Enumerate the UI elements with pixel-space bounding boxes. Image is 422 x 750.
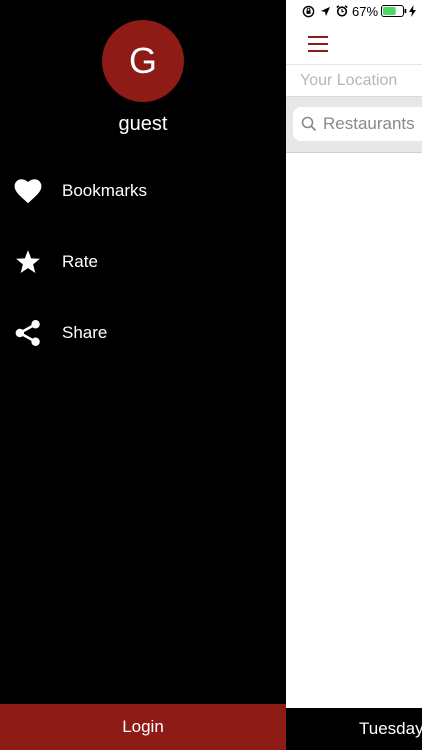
- battery-percent: 67%: [352, 3, 379, 19]
- status-bar: 67%: [286, 0, 422, 22]
- menu-item-label: Share: [62, 323, 108, 342]
- search-icon: [301, 116, 317, 132]
- alarm-clock-icon: [336, 5, 348, 17]
- bottom-bar: Tuesday: [286, 708, 422, 750]
- search-bar-container: [286, 97, 422, 153]
- battery-icon: [381, 5, 407, 17]
- menu-item-label: Bookmarks: [62, 181, 148, 200]
- menu-item-label: Rate: [62, 252, 98, 271]
- location-arrow-icon: [320, 6, 331, 17]
- username: guest: [118, 113, 168, 135]
- main-panel: 67% Your Location Restaurants Tuesday: [286, 0, 422, 750]
- share-icon: [14, 319, 42, 347]
- bottom-bar-day: Tuesday: [359, 719, 422, 738]
- hamburger-menu-icon[interactable]: [308, 36, 328, 52]
- screen-rotation-lock-icon: [302, 5, 315, 18]
- side-drawer: G guest Bookmarks Rate Share Login: [0, 0, 286, 750]
- login-label: Login: [122, 717, 164, 736]
- charging-bolt-icon: [409, 5, 417, 17]
- menu-item-rate[interactable]: Rate: [0, 237, 286, 287]
- star-icon: [14, 248, 42, 276]
- menu-item-share[interactable]: Share: [0, 308, 286, 358]
- heart-icon: [14, 177, 42, 205]
- search-input[interactable]: [323, 114, 422, 134]
- avatar: G: [102, 20, 184, 102]
- menu-item-bookmarks[interactable]: Bookmarks: [0, 166, 286, 216]
- login-button[interactable]: Login: [0, 704, 286, 750]
- avatar-initial: G: [128, 40, 157, 81]
- location-placeholder: Your Location: [300, 71, 398, 89]
- search-box[interactable]: [293, 107, 422, 141]
- location-field[interactable]: Your Location: [286, 64, 422, 97]
